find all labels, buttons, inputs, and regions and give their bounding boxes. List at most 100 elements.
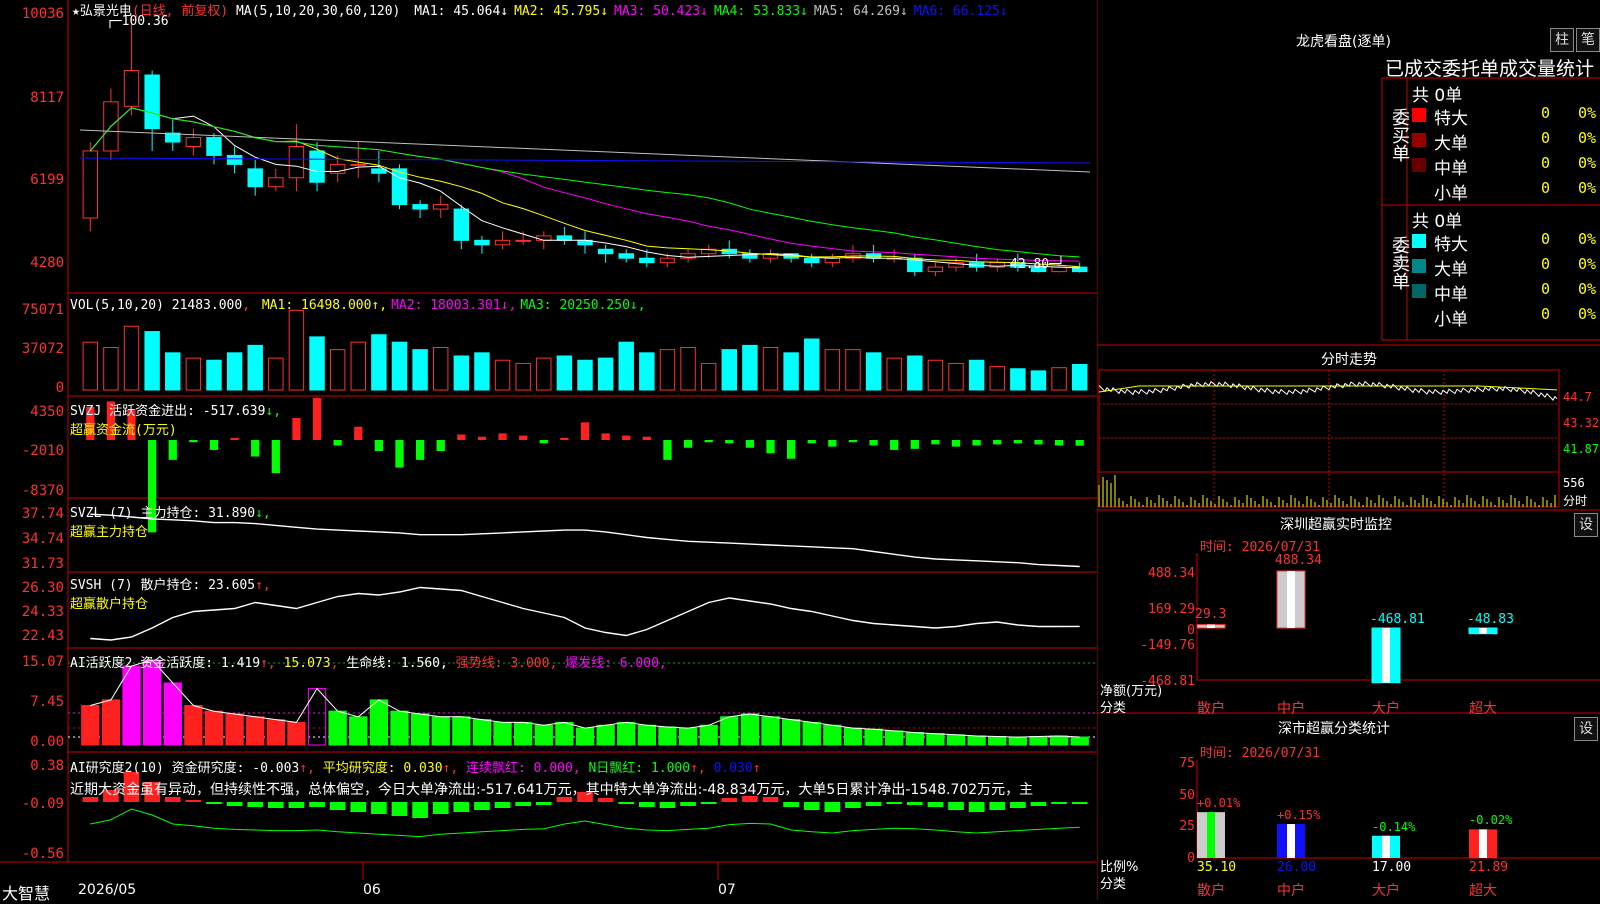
volume-bar xyxy=(474,352,490,391)
candle-body xyxy=(927,266,944,273)
sz-bar-highlight xyxy=(1287,571,1295,628)
candle-body xyxy=(804,257,820,264)
y-label: 37072 xyxy=(21,341,64,357)
y-label: 26.30 xyxy=(21,580,64,596)
volume-bars xyxy=(82,309,1088,391)
active-bar xyxy=(225,713,244,746)
y-label: 4280 xyxy=(30,255,64,271)
active-bar xyxy=(122,665,141,746)
svzj-bar xyxy=(787,440,796,459)
research-bar xyxy=(968,802,985,812)
y-label: 24.33 xyxy=(21,604,64,620)
research-bar xyxy=(247,802,264,807)
volume-bar xyxy=(82,341,99,391)
ma-value-2: MA2: 45.795↓ xyxy=(514,4,609,19)
active-bar xyxy=(740,713,760,746)
active-bar xyxy=(843,727,863,746)
research-bar xyxy=(453,802,470,812)
volume-bar xyxy=(804,338,820,391)
sz-settings-button[interactable]: 设 xyxy=(1574,513,1598,537)
volume-bar xyxy=(185,357,202,391)
order-count: 0 xyxy=(1541,280,1551,298)
svzj-bar xyxy=(209,440,219,450)
ma-value-5: MA5: 64.269↓ xyxy=(813,4,908,19)
tick-mode-button[interactable]: 笔 xyxy=(1576,28,1600,52)
active-bar xyxy=(81,705,100,746)
active-bar xyxy=(1008,736,1028,746)
bar-mode-button[interactable]: 柱 xyxy=(1550,28,1574,52)
svzj-bar xyxy=(622,435,631,440)
order-pct: 0% xyxy=(1578,305,1597,323)
research-bar xyxy=(906,802,923,805)
volume-bar xyxy=(968,359,985,391)
research-summary: 近期大资金虽有异动，但持续性不强，总体偏空，今日大单净流出:-517.641万元… xyxy=(70,782,1034,798)
price-header: ★弘景光电(日线, 前复权) MA(5,10,20,30,60,120) MA1… xyxy=(72,0,1008,19)
volume-bar xyxy=(659,349,676,391)
active-bar xyxy=(596,724,615,746)
sz-y-label: 169.29 xyxy=(1148,602,1195,617)
research-bar xyxy=(948,802,964,810)
research-bar xyxy=(783,802,799,807)
active-bar xyxy=(452,716,471,746)
sell-total: 共 0单 xyxy=(1412,212,1463,232)
ma-values: MA1: 45.064↓ MA2: 45.795↓ MA3: 50.423↓ MA4:… xyxy=(408,4,1008,19)
order-pct: 0% xyxy=(1578,280,1597,298)
research-bar xyxy=(1030,802,1047,806)
volume-bar xyxy=(639,352,655,391)
brand-label: 大智慧 xyxy=(2,884,51,903)
research-bar xyxy=(845,802,861,808)
svzj-bar xyxy=(766,440,775,454)
order-swatch xyxy=(1412,259,1426,273)
date-label-jul: 07 xyxy=(718,882,736,898)
volume-bar xyxy=(247,344,263,391)
volume-bar xyxy=(206,359,222,391)
volume-bar xyxy=(433,347,449,391)
active-bar xyxy=(864,728,883,746)
active-bar xyxy=(410,713,430,746)
research-bar xyxy=(432,802,449,814)
svzl-header: SVZL (7) 主力持仓: 31.890↓, 超赢主力持仓 xyxy=(70,506,271,540)
svzj-bar xyxy=(890,440,899,450)
order-label: 中单 xyxy=(1434,159,1468,179)
volume-bar xyxy=(103,347,119,391)
svzj-bar xyxy=(395,440,404,468)
active-bar xyxy=(678,727,698,746)
order-pct: 0% xyxy=(1578,255,1597,273)
intraday-title: 分时走势 xyxy=(1321,352,1377,368)
svzj-bar xyxy=(292,417,301,440)
cs-bar-value: 17.00 xyxy=(1372,860,1412,875)
y-label: 7.45 xyxy=(30,694,64,710)
candle-body xyxy=(453,208,470,241)
candle-body xyxy=(536,235,552,241)
svzj-bar xyxy=(931,440,940,445)
active-bar xyxy=(1070,736,1089,746)
volume-bar xyxy=(762,347,779,391)
order-pct: 0% xyxy=(1578,129,1597,147)
svzj-bar xyxy=(539,440,548,444)
order-swatch xyxy=(1412,158,1426,172)
order-count: 0 xyxy=(1541,129,1551,147)
research-bar xyxy=(989,802,1006,810)
volume-bar xyxy=(371,334,387,391)
cs-bar-value: 21.89 xyxy=(1469,860,1509,875)
svzj-bar xyxy=(374,440,383,452)
svzj-bar xyxy=(230,437,239,440)
svzj-bar xyxy=(333,440,342,446)
volume-bar xyxy=(783,352,799,391)
active-bar xyxy=(493,721,512,746)
cs-bar-category: 散户 xyxy=(1197,883,1225,899)
candle-body xyxy=(82,150,99,219)
svzj-bar xyxy=(848,440,858,443)
active-bar xyxy=(905,732,924,746)
research-bar xyxy=(412,802,428,818)
active-bar xyxy=(142,659,162,746)
sz-x-unit: 分类 xyxy=(1100,701,1127,716)
research-bar xyxy=(886,802,903,804)
volume-bar xyxy=(515,362,531,391)
order-count: 0 xyxy=(1541,179,1551,197)
cs-settings-button[interactable]: 设 xyxy=(1574,717,1598,741)
research-bar xyxy=(927,802,944,807)
ma-value-4: MA4: 53.833↓ xyxy=(713,4,808,19)
research-bar xyxy=(494,802,511,808)
volume-bar xyxy=(288,309,305,391)
